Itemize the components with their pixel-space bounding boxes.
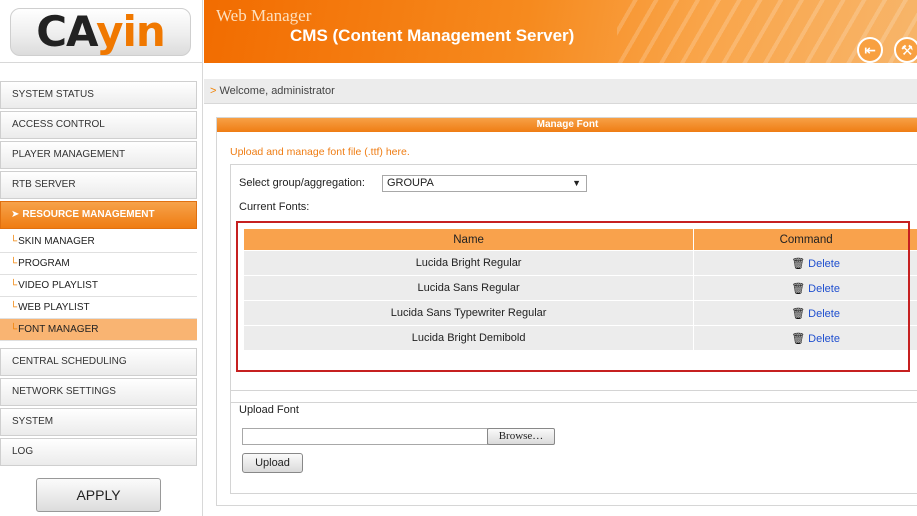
chevron-down-icon: ▼ (572, 178, 581, 188)
sidebar-item-player-management[interactable]: PLAYER MANAGEMENT (0, 141, 197, 169)
sidebar-subitem-program[interactable]: └PROGRAM (0, 253, 197, 275)
upload-button[interactable]: Upload (242, 453, 303, 473)
logo-area: CAyin (0, 0, 203, 63)
welcome-bar: > Welcome, administrator (204, 79, 917, 104)
sidebar-subitem-video-playlist[interactable]: └VIDEO PLAYLIST (0, 275, 197, 297)
sidebar-item-network-settings[interactable]: NETWORK SETTINGS (0, 378, 197, 406)
panel-title: Manage Font (217, 118, 917, 132)
sidebar-item-system[interactable]: SYSTEM (0, 408, 197, 436)
sidebar-item-access-control[interactable]: ACCESS CONTROL (0, 111, 197, 139)
upload-font-label: Upload Font (239, 404, 299, 416)
sidebar-item-log[interactable]: LOG (0, 438, 197, 466)
sidebar-item-central-scheduling[interactable]: CENTRAL SCHEDULING (0, 348, 197, 376)
apply-button[interactable]: APPLY (36, 478, 161, 512)
subitem-arrow-icon: └ (10, 258, 18, 269)
welcome-text: Welcome, administrator (219, 85, 335, 97)
logo-text: CAyin (36, 7, 166, 56)
upload-font-section: Upload Font Browse… Upload (230, 390, 917, 494)
sidebar-subitem-web-playlist[interactable]: └WEB PLAYLIST (0, 297, 197, 319)
subitem-arrow-icon: └ (10, 280, 18, 291)
current-fonts-label: Current Fonts: (239, 201, 310, 213)
logout-button[interactable]: ⇤ (857, 37, 883, 63)
expanded-arrow-icon: ➤ (11, 209, 20, 220)
subitem-arrow-icon: └ (10, 236, 18, 247)
panel-intro: Upload and manage font file (.ttf) here. (230, 146, 410, 158)
wrench-icon: ⚒ (900, 41, 914, 58)
sidebar-subitem-font-manager[interactable]: └FONT MANAGER (0, 319, 197, 341)
group-select[interactable]: GROUPA ▼ (382, 175, 587, 192)
app-subtitle: CMS (Content Management Server) (290, 26, 575, 45)
top-banner: Web Manager CMS (Content Management Serv… (204, 0, 917, 63)
sidebar-item-system-status[interactable]: SYSTEM STATUS (0, 81, 197, 109)
browse-button[interactable]: Browse… (487, 428, 555, 445)
breadcrumb-arrow-icon: > (210, 85, 217, 97)
font-file-input[interactable] (242, 428, 488, 445)
highlight-annotation (236, 221, 910, 372)
group-select-label: Select group/aggregation: (239, 177, 365, 189)
group-select-value: GROUPA (387, 177, 434, 189)
app-title: Web Manager (216, 6, 312, 25)
sidebar-item-rtb-server[interactable]: RTB SERVER (0, 171, 197, 199)
sidebar-subitem-skin-manager[interactable]: └SKIN MANAGER (0, 231, 197, 253)
sidebar: SYSTEM STATUS ACCESS CONTROL PLAYER MANA… (0, 63, 203, 516)
subitem-arrow-icon: └ (10, 324, 18, 335)
sidebar-item-resource-management[interactable]: ➤ RESOURCE MANAGEMENT (0, 201, 197, 229)
tools-button[interactable]: ⚒ (894, 37, 917, 63)
cayin-logo: CAyin (10, 8, 191, 56)
logout-icon: ⇤ (864, 41, 876, 58)
subitem-arrow-icon: └ (10, 302, 18, 313)
